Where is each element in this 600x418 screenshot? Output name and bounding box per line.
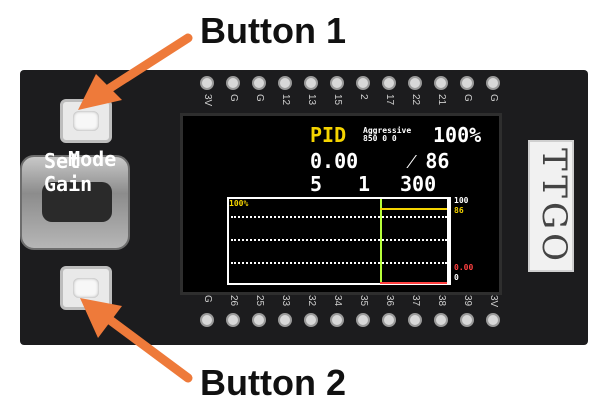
arrow-to-button-1 [78, 33, 193, 110]
arrow-to-button-2 [80, 298, 193, 383]
callout-arrows [78, 33, 193, 383]
